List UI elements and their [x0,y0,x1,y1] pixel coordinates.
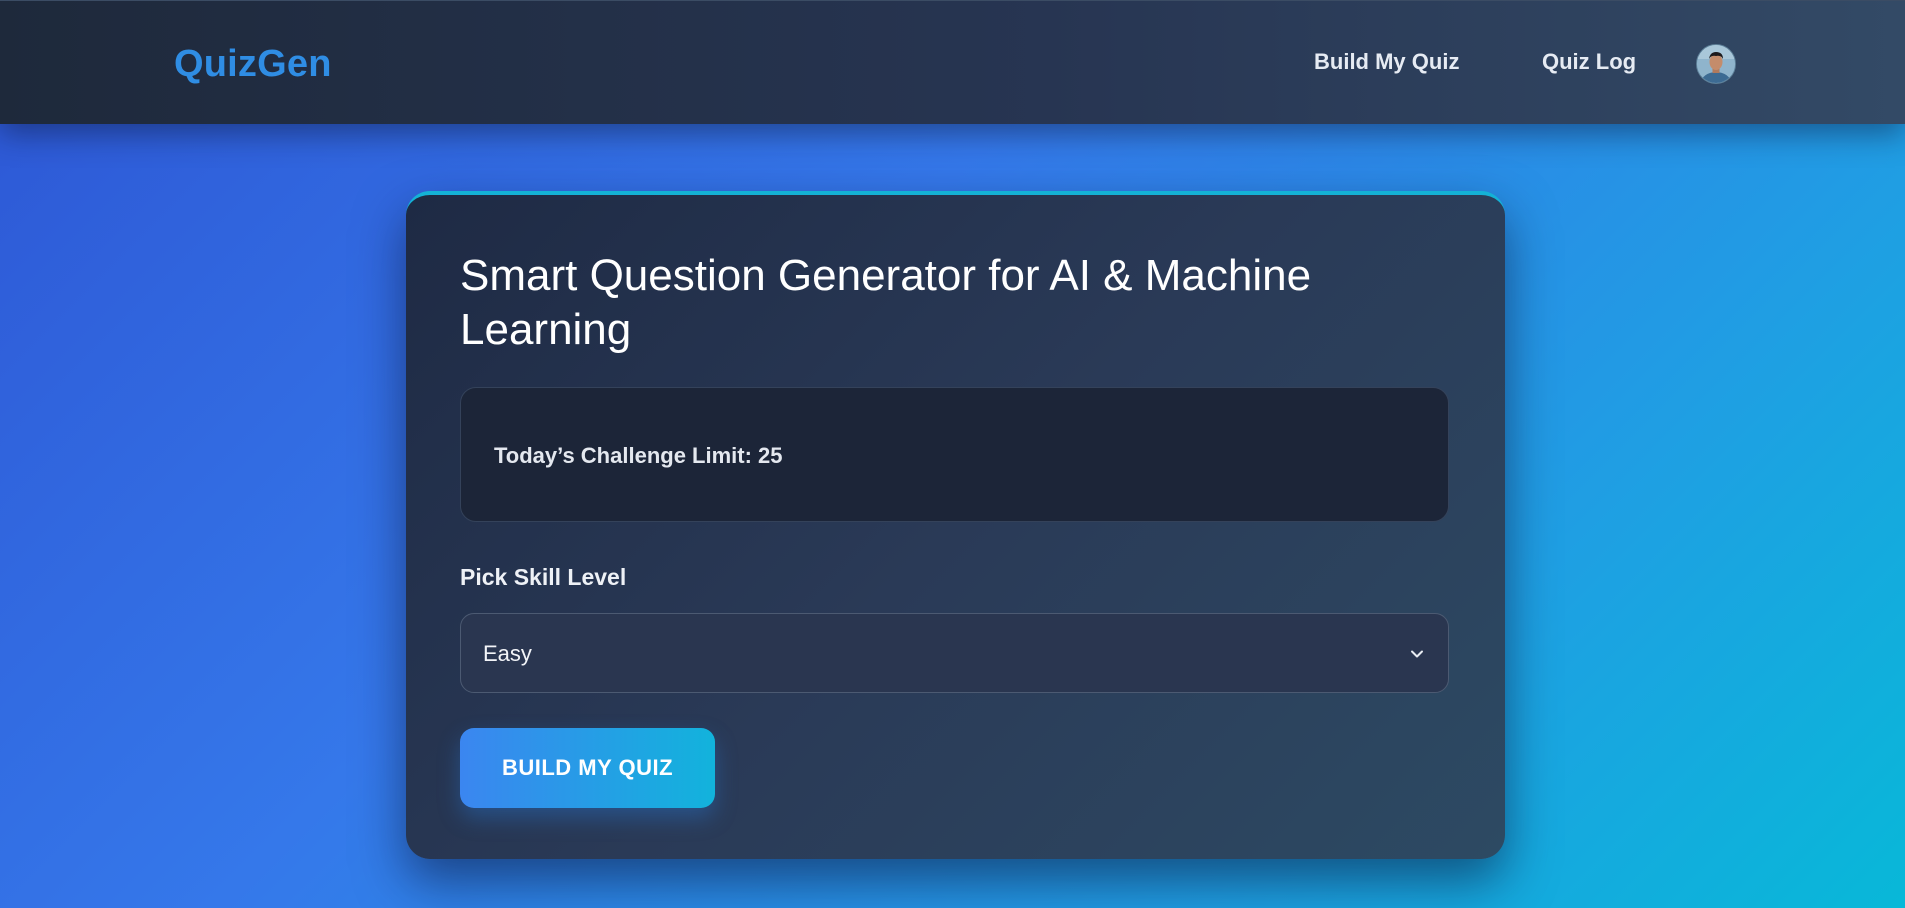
skill-level-label: Pick Skill Level [460,564,627,590]
page-title: Smart Question Generator for AI & Machin… [460,251,1312,354]
skill-level-selected-value: Easy [483,641,532,666]
challenge-limit-text: Today’s Challenge Limit: 25 [494,443,783,468]
build-my-quiz-button[interactable]: BUILD MY QUIZ [460,728,715,808]
skill-level-select[interactable]: Easy [460,613,1449,693]
quiz-generator-card: Smart Question Generator for AI & Machin… [406,191,1505,859]
nav-link-quiz-log[interactable]: Quiz Log [1542,49,1636,75]
chevron-down-icon [1411,650,1423,658]
user-avatar-icon[interactable] [1696,44,1736,84]
nav-link-build-my-quiz[interactable]: Build My Quiz [1314,49,1459,75]
top-navbar: QuizGen Build My Quiz Quiz Log [0,0,1905,124]
challenge-limit-panel: Today’s Challenge Limit: 25 [460,387,1449,522]
brand-logo[interactable]: QuizGen [174,43,332,86]
